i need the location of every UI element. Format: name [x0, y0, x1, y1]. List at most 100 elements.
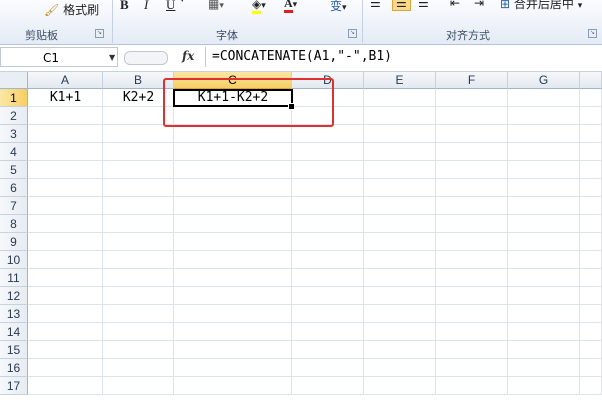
row-header-12[interactable]: 12 [0, 287, 28, 305]
column-header-partial[interactable] [580, 72, 602, 89]
phonetic-button[interactable]: 变▾ [330, 0, 347, 14]
grid-cell[interactable] [292, 143, 364, 161]
grid-cell[interactable] [103, 341, 174, 359]
grid-cell[interactable] [292, 179, 364, 197]
grid-cell[interactable] [436, 287, 508, 305]
grid-cell[interactable] [364, 269, 436, 287]
grid-cell[interactable] [436, 377, 508, 395]
grid-cell[interactable] [508, 89, 580, 107]
grid-cell[interactable] [436, 161, 508, 179]
grid-cell[interactable] [580, 197, 602, 215]
grid-cell[interactable] [28, 197, 103, 215]
grid-cell[interactable] [292, 359, 364, 377]
grid-cell[interactable] [580, 341, 602, 359]
grid-cell[interactable] [364, 107, 436, 125]
grid-cell[interactable] [28, 341, 103, 359]
grid-cell[interactable] [292, 269, 364, 287]
grid-cell[interactable] [508, 269, 580, 287]
grid-cell[interactable] [28, 251, 103, 269]
formula-bar-resize-handle[interactable] [124, 51, 168, 65]
grid-cell[interactable] [103, 215, 174, 233]
grid-cell[interactable] [508, 143, 580, 161]
row-header-17[interactable]: 17 [0, 377, 28, 395]
dialog-launcher-icon[interactable]: ↘ [588, 29, 597, 38]
grid-cell[interactable] [364, 341, 436, 359]
grid-cell[interactable] [292, 161, 364, 179]
grid-cell[interactable] [174, 161, 292, 179]
grid-cell[interactable] [174, 305, 292, 323]
grid-cell[interactable] [28, 215, 103, 233]
grid-cell[interactable] [580, 305, 602, 323]
grid-cell[interactable] [28, 179, 103, 197]
grid-cell[interactable] [28, 107, 103, 125]
grid-cell[interactable] [174, 215, 292, 233]
grid-cell[interactable] [28, 269, 103, 287]
grid-cell[interactable] [436, 359, 508, 377]
grid-cell[interactable] [580, 107, 602, 125]
grid-cell[interactable] [292, 197, 364, 215]
grid-cell[interactable] [103, 233, 174, 251]
format-painter-button[interactable]: 🖌 格式刷 [44, 1, 99, 18]
grid-cell[interactable] [580, 377, 602, 395]
grid-cell[interactable] [436, 179, 508, 197]
grid-cell[interactable] [436, 251, 508, 269]
grid-cell[interactable] [28, 125, 103, 143]
grid-cell[interactable] [508, 323, 580, 341]
grid-cell[interactable] [174, 287, 292, 305]
grid-cell[interactable] [103, 179, 174, 197]
row-header-5[interactable]: 5 [0, 161, 28, 179]
grid-cell[interactable] [508, 359, 580, 377]
underline-button[interactable]: U [166, 0, 175, 13]
grid-cell[interactable] [580, 89, 602, 107]
grid-cell[interactable] [436, 197, 508, 215]
font-color-button[interactable]: A▾ [284, 0, 297, 13]
grid-cell[interactable] [508, 305, 580, 323]
grid-cell[interactable] [103, 305, 174, 323]
row-header-8[interactable]: 8 [0, 215, 28, 233]
underline-dropdown-icon[interactable]: ▾ [180, 0, 185, 5]
grid-cell[interactable] [364, 323, 436, 341]
grid-cell[interactable] [508, 215, 580, 233]
grid-cell[interactable] [364, 377, 436, 395]
column-header-a[interactable]: A [28, 72, 103, 89]
row-header-11[interactable]: 11 [0, 269, 28, 287]
grid-cell[interactable] [364, 287, 436, 305]
name-box[interactable]: C1 [0, 47, 118, 67]
grid-cell[interactable] [103, 377, 174, 395]
row-header-1[interactable]: 1 [0, 89, 28, 107]
cell-a1[interactable]: K1+1 [28, 89, 103, 107]
grid-cell[interactable] [508, 197, 580, 215]
grid-cell[interactable] [436, 107, 508, 125]
formula-input[interactable]: =CONCATENATE(A1,"-",B1) [205, 47, 602, 67]
grid-cell[interactable] [508, 341, 580, 359]
grid-cell[interactable] [28, 143, 103, 161]
row-header-13[interactable]: 13 [0, 305, 28, 323]
dialog-launcher-icon[interactable]: ↘ [348, 29, 357, 38]
border-button[interactable]: ▦▾ [208, 0, 224, 11]
grid-cell[interactable] [364, 233, 436, 251]
grid-cell[interactable] [174, 179, 292, 197]
grid-cell[interactable] [580, 323, 602, 341]
column-header-e[interactable]: E [364, 72, 436, 89]
grid-cell[interactable] [436, 323, 508, 341]
grid-cell[interactable] [174, 197, 292, 215]
column-header-g[interactable]: G [508, 72, 580, 89]
grid-cell[interactable] [292, 287, 364, 305]
grid-cell[interactable] [292, 215, 364, 233]
grid-cell[interactable] [436, 233, 508, 251]
row-header-14[interactable]: 14 [0, 323, 28, 341]
decrease-indent-button[interactable]: ⇤ [450, 0, 460, 10]
bold-button[interactable]: B [120, 0, 129, 13]
grid-cell[interactable] [174, 341, 292, 359]
grid-cell[interactable] [436, 269, 508, 287]
grid-cell[interactable] [28, 377, 103, 395]
grid-cell[interactable] [292, 377, 364, 395]
grid-cell[interactable] [28, 161, 103, 179]
name-box-dropdown-icon[interactable]: ▼ [109, 53, 115, 62]
grid-cell[interactable] [103, 323, 174, 341]
row-header-16[interactable]: 16 [0, 359, 28, 377]
grid-cell[interactable] [174, 251, 292, 269]
grid-cell[interactable] [436, 125, 508, 143]
grid-cell[interactable] [508, 377, 580, 395]
select-all-corner[interactable] [0, 72, 28, 89]
